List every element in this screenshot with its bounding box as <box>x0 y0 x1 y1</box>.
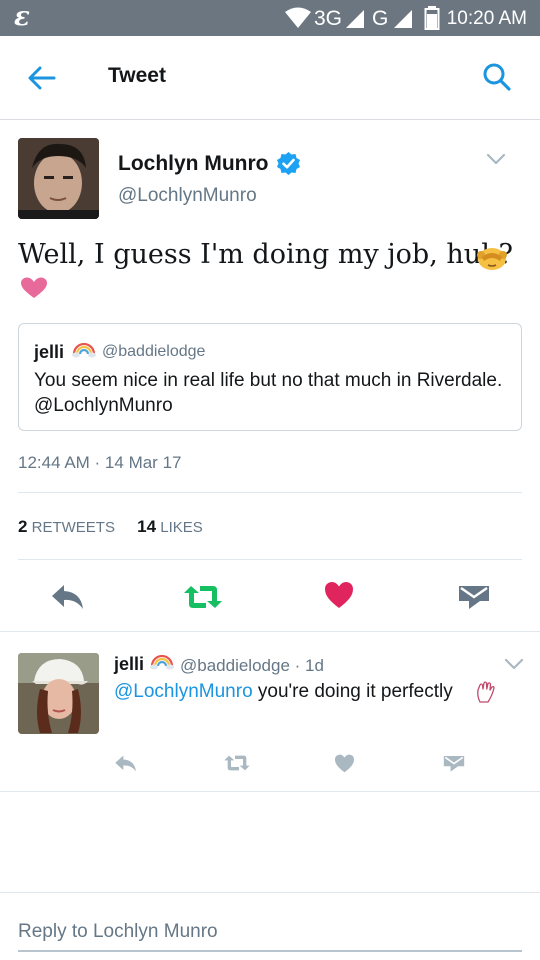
author-name[interactable]: Lochlyn Munro <box>118 152 269 176</box>
top-app-bar: Tweet <box>0 36 540 120</box>
tweet-timestamp: 12:44 AM · 14 Mar 17 <box>18 453 182 472</box>
quoted-author-name: jelli <box>34 342 65 362</box>
divider <box>18 492 522 493</box>
wifi-icon <box>285 7 311 28</box>
battery-icon <box>424 6 440 30</box>
engagement-stats: 2 RETWEETS 14 LIKES <box>18 517 221 537</box>
retweets-count[interactable]: 2 <box>18 517 27 536</box>
reply-author-handle[interactable]: @baddielodge · 1d <box>180 656 324 676</box>
tweet-text: Well, I guess I'm doing my job, huh? <box>18 239 514 270</box>
author-avatar[interactable] <box>18 138 99 219</box>
reply-author-name[interactable]: jelli <box>114 654 144 675</box>
chevron-down-icon[interactable] <box>504 657 524 671</box>
reply-icon[interactable] <box>114 754 138 773</box>
divider <box>0 631 540 632</box>
reply-handle-text: @baddielodge <box>180 656 290 675</box>
back-arrow-icon[interactable] <box>26 64 58 92</box>
signal-icon <box>346 10 364 28</box>
reply-icon[interactable] <box>50 583 86 611</box>
likes-count[interactable]: 14 <box>137 517 156 536</box>
reply-input[interactable] <box>18 914 522 952</box>
author-handle[interactable]: @LochlynMunro <box>118 185 257 207</box>
rainbow-emoji-icon <box>72 342 96 358</box>
verified-badge-icon <box>277 152 300 175</box>
network-type-g: G <box>372 7 389 30</box>
raised-hand-emoji-icon <box>477 681 495 703</box>
search-icon[interactable] <box>482 62 512 92</box>
status-bar: ε 3G G 10:20 AM <box>0 0 540 36</box>
direct-message-icon[interactable] <box>458 583 490 611</box>
divider <box>0 791 540 792</box>
divider <box>18 559 522 560</box>
signal-icon-2 <box>394 10 412 28</box>
reply-body: you're doing it perfectly <box>252 681 453 702</box>
retweet-icon[interactable] <box>182 582 224 612</box>
reply-age: · 1d <box>294 656 324 675</box>
quoted-tweet-text: You seem nice in real life but no that m… <box>34 370 503 416</box>
reply-author-avatar[interactable] <box>18 653 99 734</box>
avatar-image <box>18 138 99 219</box>
app-notification-icon: ε <box>14 2 30 32</box>
quoted-author-handle: @baddielodge <box>102 343 206 360</box>
like-heart-icon[interactable] <box>324 581 354 609</box>
rainbow-emoji-icon <box>150 654 174 670</box>
retweets-label[interactable]: RETWEETS <box>32 519 115 536</box>
direct-message-icon[interactable] <box>443 754 465 773</box>
like-heart-icon[interactable] <box>334 754 355 773</box>
chevron-down-icon[interactable] <box>486 152 506 166</box>
likes-label[interactable]: LIKES <box>160 519 203 536</box>
reply-mention-link[interactable]: @LochlynMunro <box>114 681 253 702</box>
retweet-icon[interactable] <box>223 753 251 773</box>
page-title: Tweet <box>108 64 166 87</box>
network-type-3g: 3G <box>314 7 343 30</box>
quoted-tweet[interactable]: jelli @baddielodge You seem nice in real… <box>18 323 522 431</box>
status-time: 10:20 AM <box>446 8 527 29</box>
avatar-image <box>18 653 99 734</box>
pink-heart-emoji-icon <box>21 277 47 298</box>
see-no-evil-monkey-emoji-icon <box>477 248 507 270</box>
reply-text: @LochlynMunro you're doing it perfectly <box>114 681 453 703</box>
